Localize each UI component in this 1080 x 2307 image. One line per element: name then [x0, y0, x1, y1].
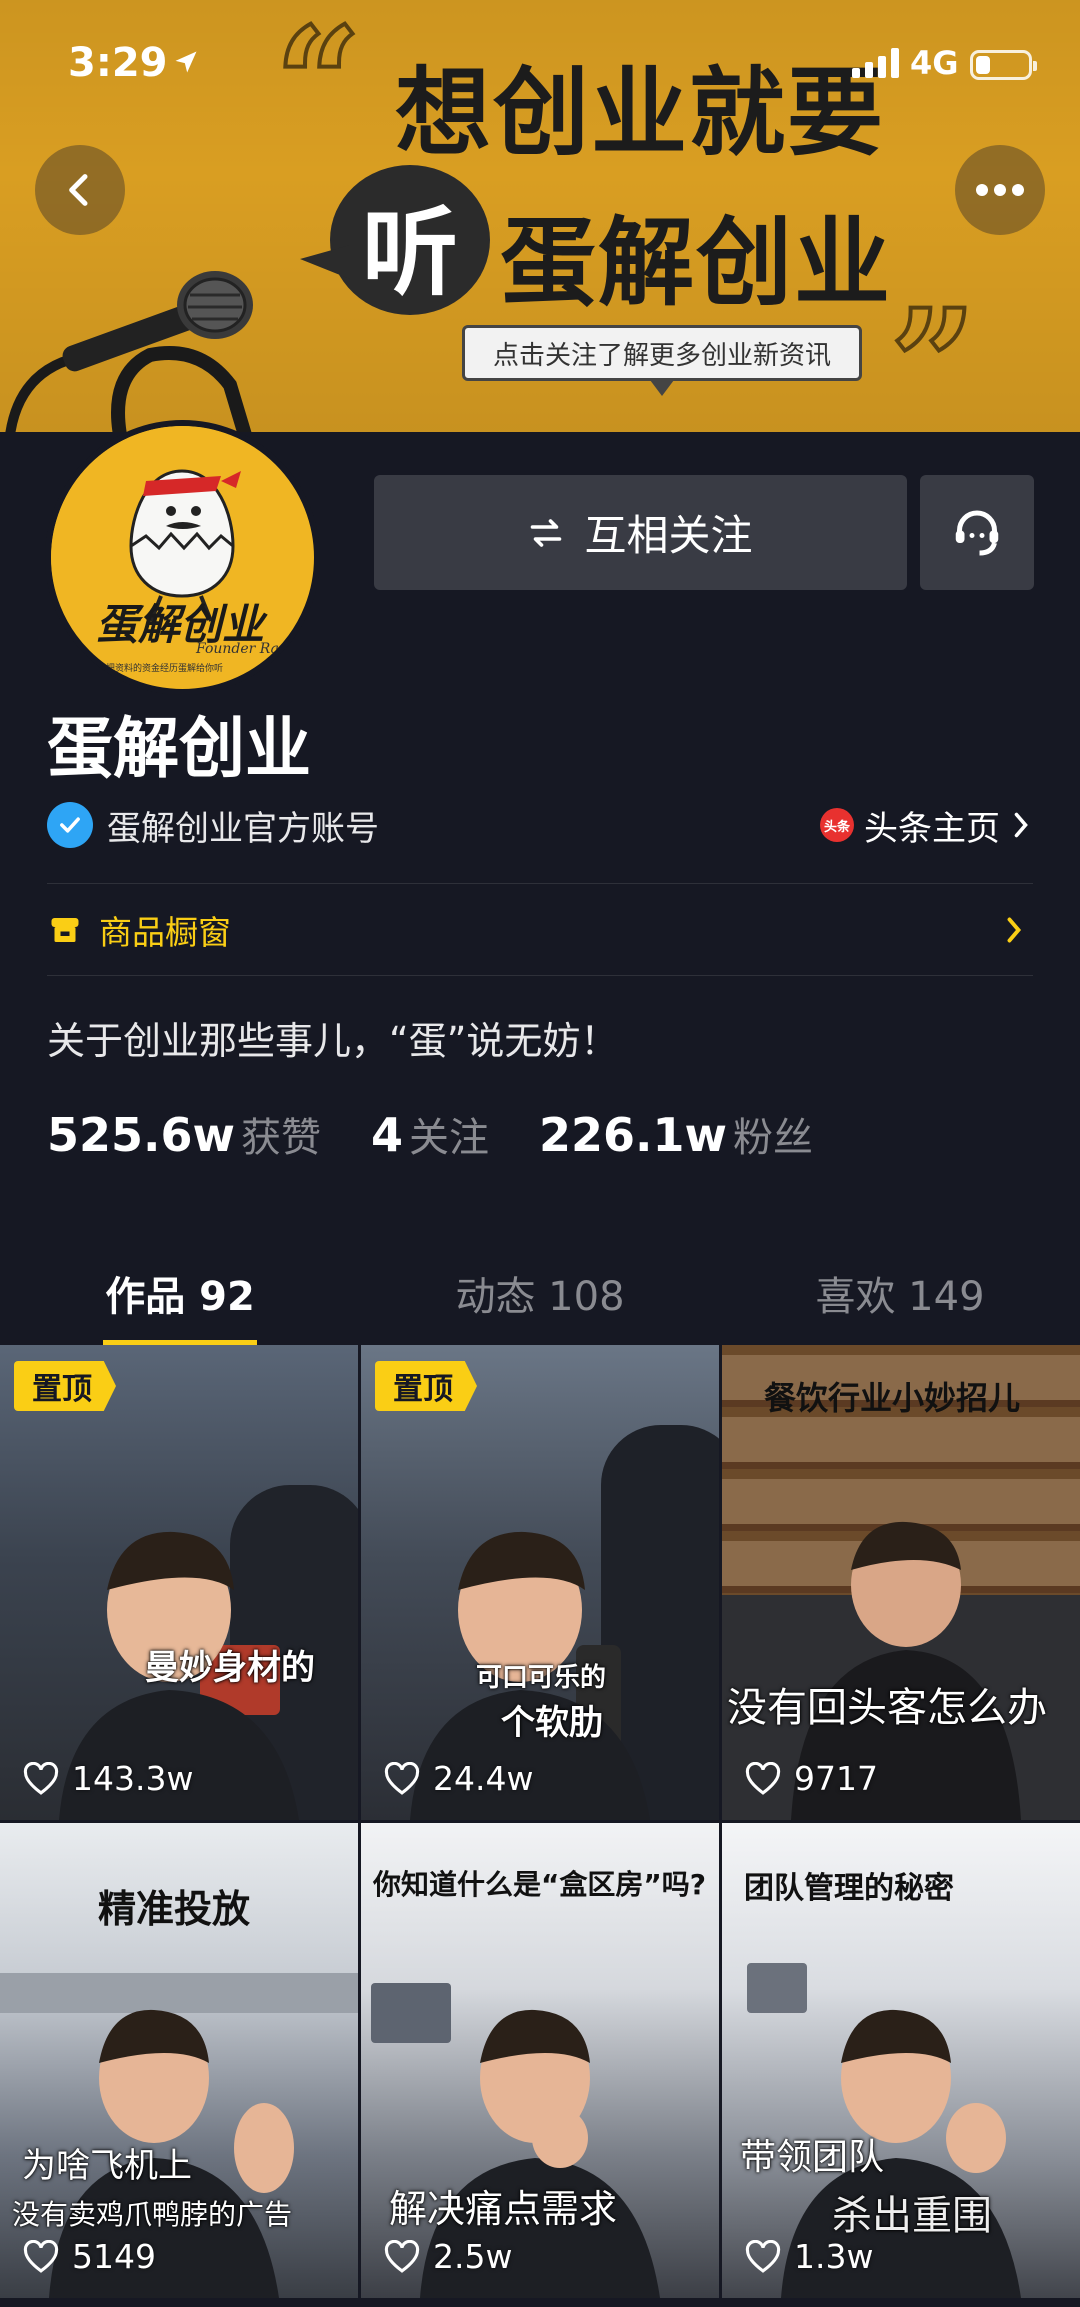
battery-icon — [970, 50, 1037, 80]
banner-brand: 蛋解创业 — [500, 207, 892, 319]
video-caption: 个软肋 — [501, 1703, 603, 1743]
avatar-tiny-text: 把资料的资金经历蛋解给你听 — [106, 664, 224, 674]
heart-icon — [745, 1761, 781, 1795]
video-caption: 你知道什么是“盒区房”吗? — [373, 1868, 707, 1901]
chevron-right-icon — [1007, 917, 1022, 943]
video-caption: 曼妙身材的 — [145, 1648, 315, 1688]
pinned-badge: 置顶 — [14, 1361, 116, 1411]
stat-label: 关注 — [409, 1115, 490, 1161]
tab-updates[interactable]: 动态 108 — [360, 1240, 720, 1345]
tab-likes[interactable]: 喜欢 149 — [720, 1240, 1080, 1345]
video-caption: 餐饮行业小妙招儿 — [764, 1379, 1021, 1417]
profile-stats: 525.6w 获赞 4 关注 226.1w 粉丝 — [47, 1105, 813, 1163]
video-caption: 带领团队 — [740, 2137, 885, 2178]
video-caption: 杀出重围 — [832, 2193, 992, 2239]
more-options-button[interactable] — [955, 145, 1045, 235]
video-tile[interactable]: 精准投放 为啥飞机上 没有卖鸡爪鸭脖的广告 5149 — [0, 1823, 358, 2298]
likes-count: 1.3w — [794, 2237, 874, 2276]
microphone-icon — [5, 271, 253, 432]
mutual-follow-icon — [531, 518, 562, 547]
likes-count: 143.3w — [72, 1759, 194, 1798]
likes-count: 24.4w — [433, 1759, 534, 1798]
video-caption: 精准投放 — [98, 1887, 251, 1931]
heart-icon — [23, 1761, 59, 1795]
video-tile[interactable]: 你知道什么是“盒区房”吗? 解决痛点需求 2.5w — [361, 1823, 719, 2298]
video-caption: 解决痛点需求 — [389, 2187, 618, 2231]
heart-icon — [23, 2239, 59, 2273]
more-dots-icon — [976, 184, 1024, 196]
stat-value: 4 — [371, 1108, 404, 1162]
video-likes: 143.3w — [22, 1759, 193, 1798]
banner-quote-close: ” — [888, 277, 978, 432]
video-likes: 1.3w — [744, 2237, 873, 2276]
location-arrow-icon — [175, 51, 197, 73]
mutual-follow-label: 互相关注 — [584, 511, 753, 560]
customer-service-button[interactable] — [920, 475, 1034, 590]
divider — [47, 975, 1033, 976]
stat-following[interactable]: 4 关注 — [371, 1105, 489, 1163]
stat-label: 获赞 — [241, 1115, 321, 1161]
toutiao-homepage-label: 头条主页 — [864, 808, 1000, 849]
stat-likes: 525.6w 获赞 — [47, 1105, 321, 1163]
video-grid: 置顶 曼妙身材的 143.3w 置顶 可口可乐的 个软肋 24.4w 餐饮行业小… — [0, 1345, 1080, 2298]
video-tile[interactable]: 置顶 曼妙身材的 143.3w — [0, 1345, 358, 1820]
profile-name: 蛋解创业 — [47, 710, 311, 787]
status-bar: 3:29 4G — [0, 0, 1080, 130]
product-showcase-label: 商品橱窗 — [99, 913, 231, 952]
likes-count: 5149 — [72, 2237, 156, 2276]
divider — [47, 883, 1033, 884]
profile-bio: 关于创业那些事儿，“蛋”说无妨！ — [47, 1019, 619, 1063]
video-caption: 没有卖鸡爪鸭脖的广告 — [12, 2198, 293, 2231]
network-type: 4G — [910, 44, 959, 82]
stat-value: 226.1w — [539, 1108, 728, 1162]
likes-count: 9717 — [794, 1759, 878, 1798]
stat-followers[interactable]: 226.1w 粉丝 — [539, 1105, 813, 1163]
video-tile[interactable]: 置顶 可口可乐的 个软肋 24.4w — [361, 1345, 719, 1820]
banner-ting-text: 听 — [362, 197, 458, 309]
toutiao-homepage-link[interactable]: 头条 头条主页 — [820, 800, 1032, 850]
video-likes: 24.4w — [383, 1759, 533, 1798]
video-tile[interactable]: 餐饮行业小妙招儿 没有回头客怎么办 9717 — [722, 1345, 1080, 1820]
customer-service-icon — [955, 510, 999, 555]
mutual-follow-button[interactable]: 互相关注 — [374, 475, 907, 590]
heart-icon — [745, 2239, 781, 2273]
tab-works[interactable]: 作品 92 — [0, 1240, 360, 1345]
video-caption: 可口可乐的 — [476, 1663, 607, 1693]
video-tile[interactable]: 团队管理的秘密 带领团队 杀出重围 1.3w — [722, 1823, 1080, 2298]
status-time: 3:29 — [68, 40, 168, 86]
video-caption: 为啥飞机上 — [22, 2146, 192, 2186]
stat-value: 525.6w — [47, 1108, 235, 1162]
stat-label: 粉丝 — [733, 1115, 814, 1161]
back-button[interactable] — [35, 145, 125, 235]
heart-icon — [384, 1761, 420, 1795]
avatar[interactable]: 蛋解创业 Founder Radio 把资料的资金经历蛋解给你听 — [45, 420, 320, 695]
verified-check-icon — [47, 802, 93, 848]
pinned-badge: 置顶 — [375, 1361, 477, 1411]
toutiao-logo-icon: 头条 — [820, 808, 854, 842]
verified-account-label: 蛋解创业官方账号 — [107, 808, 379, 849]
chevron-left-icon — [69, 174, 88, 206]
heart-icon — [384, 2239, 420, 2273]
content-tabs: 作品 92 动态 108 喜欢 149 — [0, 1240, 1080, 1345]
verification-row: 蛋解创业官方账号 — [47, 800, 379, 850]
video-likes: 5149 — [22, 2237, 156, 2276]
avatar-sub-text: Founder Radio — [196, 641, 301, 657]
likes-count: 2.5w — [433, 2237, 513, 2276]
video-caption: 没有回头客怎么办 — [727, 1685, 1047, 1731]
video-caption: 团队管理的秘密 — [744, 1871, 954, 1906]
signal-icon — [852, 48, 899, 78]
video-likes: 2.5w — [383, 2237, 512, 2276]
shop-icon — [51, 918, 79, 942]
chevron-right-icon — [1014, 812, 1028, 838]
video-likes: 9717 — [744, 1759, 878, 1798]
product-showcase-row[interactable]: 商品橱窗 — [47, 905, 1033, 955]
banner-cta: 点击关注了解更多创业新资讯 — [462, 325, 862, 396]
